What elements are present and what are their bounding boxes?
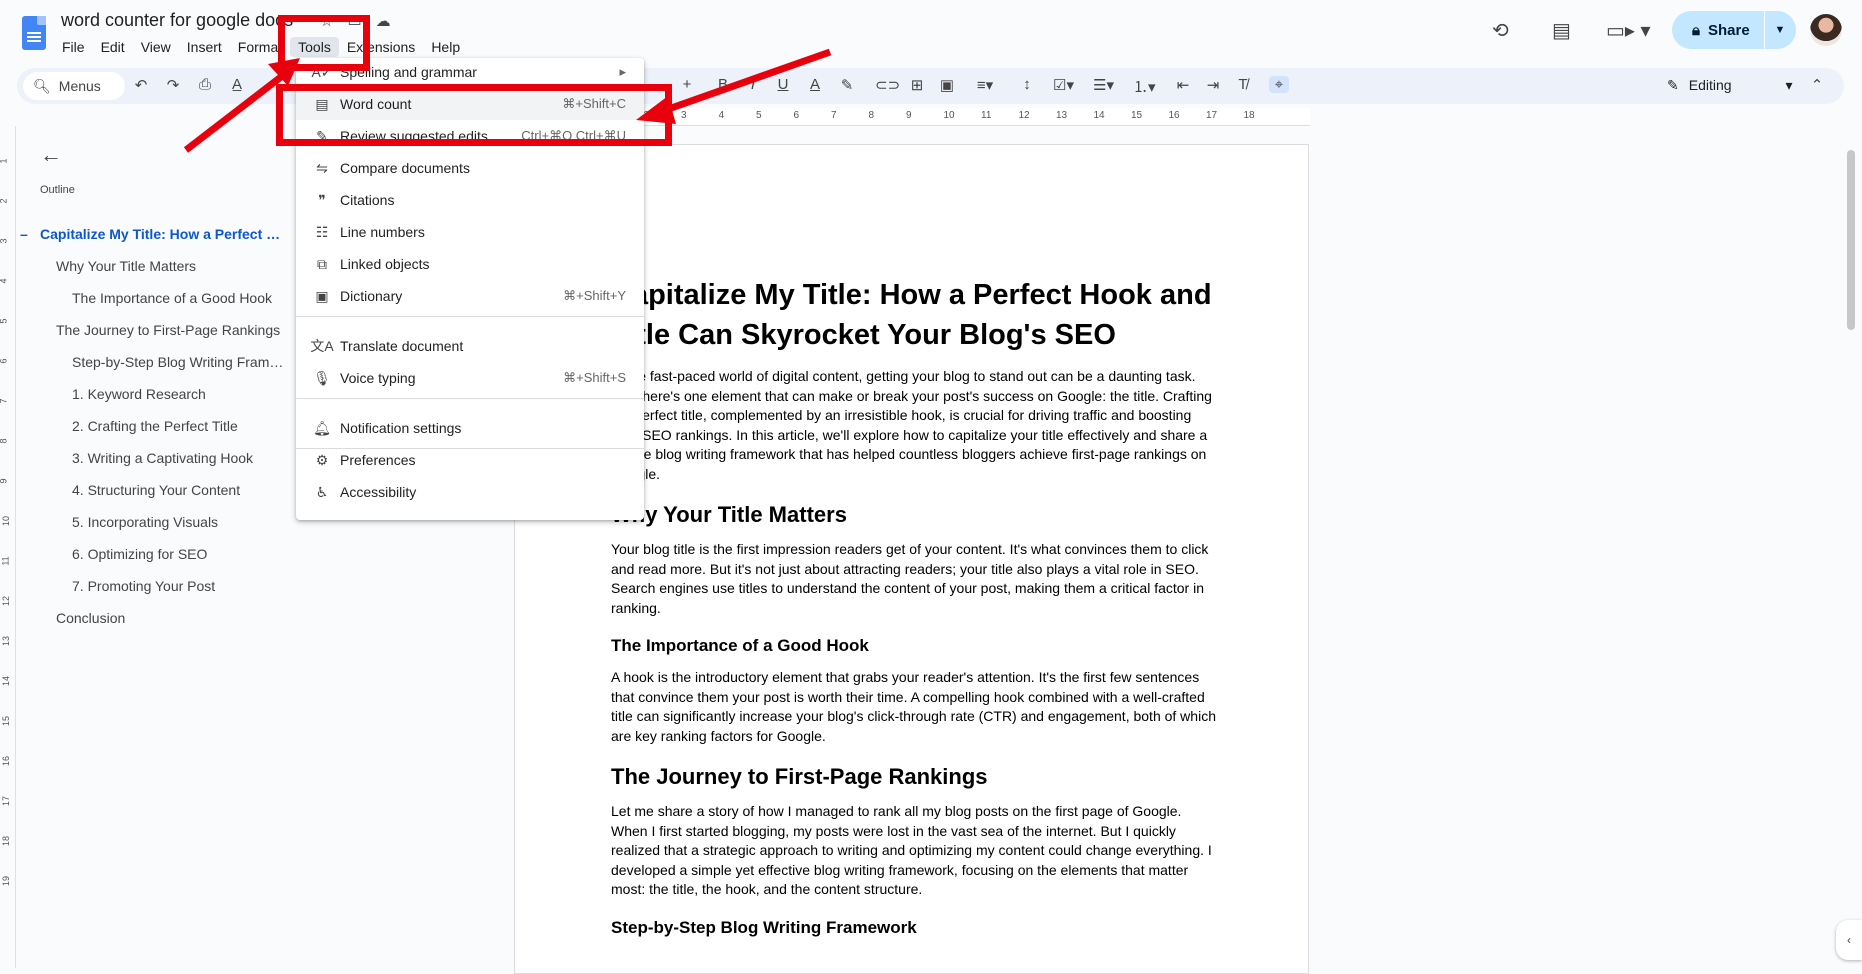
- annotation-arrows: [183, 48, 832, 153]
